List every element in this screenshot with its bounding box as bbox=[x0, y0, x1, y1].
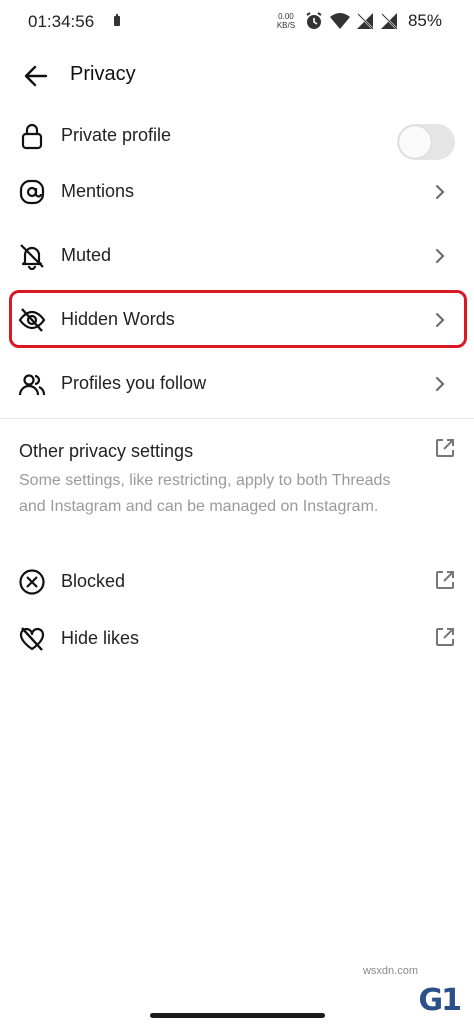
heart-off-icon bbox=[18, 625, 46, 653]
blocked-icon bbox=[18, 568, 46, 596]
signal-off-icon-2 bbox=[380, 12, 398, 30]
battery-percent: 85% bbox=[407, 11, 442, 30]
menu-item-label: Hide likes bbox=[61, 628, 140, 648]
back-button[interactable] bbox=[22, 62, 50, 90]
home-indicator[interactable] bbox=[150, 1013, 325, 1018]
net-speed-unit: KB/S bbox=[276, 21, 296, 30]
chevron-right-icon bbox=[432, 184, 448, 200]
chevron-right-icon bbox=[432, 248, 448, 264]
status-time: 01:34:56 bbox=[28, 12, 95, 31]
alarm-icon bbox=[304, 11, 324, 31]
toggle-knob bbox=[399, 126, 431, 158]
signal-off-icon bbox=[356, 12, 374, 30]
menu-item-label: Blocked bbox=[61, 571, 126, 591]
menu-item-mentions[interactable]: Mentions bbox=[0, 164, 474, 220]
net-speed-value: 0.00 bbox=[278, 12, 294, 21]
wifi-icon bbox=[329, 12, 350, 30]
menu-item-label: Profiles you follow bbox=[61, 373, 207, 393]
menu-item-profiles-you-follow[interactable]: Profiles you follow bbox=[0, 356, 474, 412]
watermark-subtext: wsxdn.com bbox=[362, 965, 418, 977]
watermark-logo: G1 bbox=[418, 983, 462, 1018]
menu-item-private-profile[interactable]: Private profile bbox=[0, 108, 474, 164]
menu-item-muted[interactable]: Muted bbox=[0, 228, 474, 284]
page-title: Privacy bbox=[70, 63, 136, 85]
external-link-icon[interactable] bbox=[434, 437, 456, 459]
menu-item-label: Mentions bbox=[61, 181, 135, 201]
private-profile-toggle[interactable] bbox=[397, 124, 455, 160]
back-arrow-icon bbox=[24, 65, 48, 87]
menu-item-hide-likes[interactable]: Hide likes bbox=[0, 611, 474, 667]
menu-item-label: Private profile bbox=[61, 125, 172, 145]
people-icon bbox=[18, 370, 46, 398]
menu-item-blocked[interactable]: Blocked bbox=[0, 554, 474, 610]
status-right-group: 0.00 KB/S 85% bbox=[274, 11, 442, 31]
chevron-right-icon bbox=[432, 376, 448, 392]
bell-off-icon bbox=[18, 242, 46, 270]
section-divider bbox=[0, 418, 474, 419]
at-sign-icon bbox=[18, 178, 46, 206]
other-privacy-description: Some settings, like restricting, apply t… bbox=[19, 472, 391, 515]
net-speed: 0.00 KB/S bbox=[274, 12, 298, 30]
lock-icon bbox=[18, 122, 46, 150]
menu-item-label: Muted bbox=[61, 245, 112, 265]
notification-icon bbox=[112, 14, 122, 28]
status-bar: 01:34:56 0.00 KB/S 85% bbox=[0, 0, 474, 44]
highlight-box bbox=[9, 290, 467, 348]
app-header: Privacy bbox=[0, 50, 474, 102]
other-privacy-settings-title[interactable]: Other privacy settings bbox=[19, 441, 193, 462]
external-link-icon bbox=[434, 626, 456, 648]
external-link-icon bbox=[434, 569, 456, 591]
